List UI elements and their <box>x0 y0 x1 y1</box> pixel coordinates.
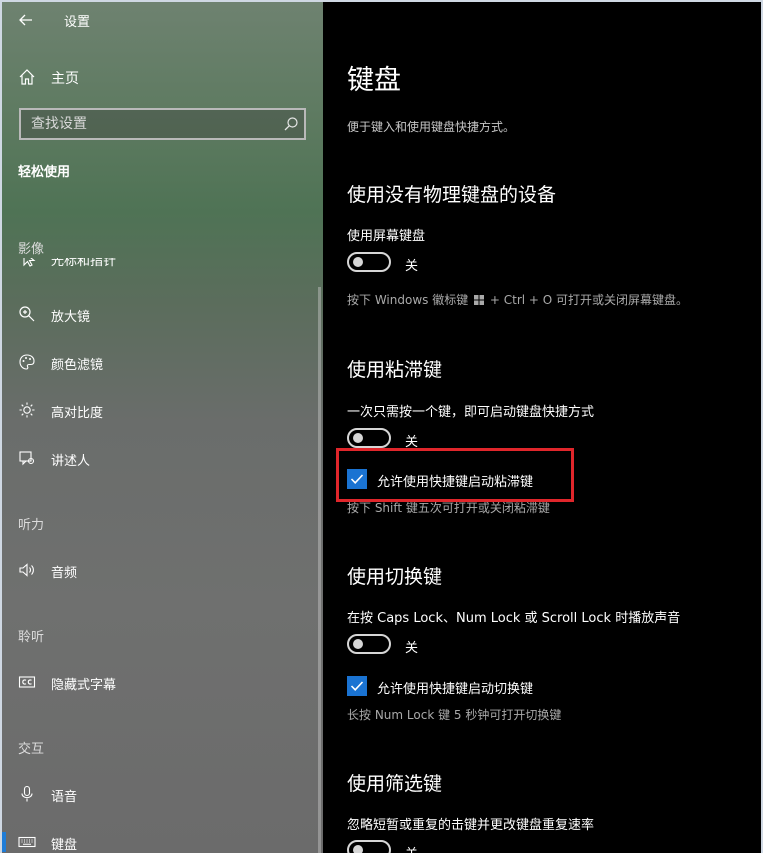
sidebar-item-label: 放大镜 <box>51 310 91 325</box>
toggle-keys-hint: 长按 Num Lock 键 5 秒钟可打开切换键 <box>347 708 562 722</box>
sidebar-item-label: 隐藏式字幕 <box>51 678 117 693</box>
nav-home[interactable]: 主页 <box>2 60 323 94</box>
search-icon[interactable] <box>283 116 299 132</box>
checkmark-icon <box>350 681 364 691</box>
sidebar-item-high-contrast[interactable]: 高对比度 <box>2 390 317 430</box>
back-arrow-icon <box>19 14 32 26</box>
sidebar-item-label: 键盘 <box>51 838 78 853</box>
page-description: 便于键入和使用键盘快捷方式。 <box>347 120 516 134</box>
section-title-filter-keys: 使用筛选键 <box>347 773 443 795</box>
sidebar-item-label: 讲述人 <box>51 454 91 469</box>
group-label-listen: 聆听 <box>18 630 45 645</box>
setting-label-filter-keys: 忽略短暂或重复的击键并更改键盘重复速率 <box>347 818 595 833</box>
toggle-knob <box>353 433 363 443</box>
keyboard-icon <box>18 836 36 848</box>
home-icon <box>19 69 35 85</box>
palette-icon <box>19 354 35 370</box>
nav-home-label: 主页 <box>51 71 79 87</box>
microphone-icon <box>21 785 33 802</box>
search-box <box>19 108 306 140</box>
sidebar-item-label: 语音 <box>51 790 78 805</box>
onscreen-keyboard-toggle[interactable] <box>347 252 391 272</box>
setting-label-onscreen-keyboard: 使用屏幕键盘 <box>347 229 426 244</box>
search-input[interactable] <box>21 110 276 138</box>
sidebar-item-closed-captions[interactable]: 隐藏式字幕 <box>2 662 317 702</box>
brightness-icon <box>19 402 35 418</box>
sidebar: 设置 主页 轻松使用 影像 光标和指针 <box>2 2 323 853</box>
back-button[interactable] <box>12 6 40 34</box>
cursor-icon <box>23 258 36 267</box>
toggle-keys-toggle-state: 关 <box>405 641 419 656</box>
toggle-keys-toggle[interactable] <box>347 634 391 654</box>
window-title: 设置 <box>64 15 91 30</box>
section-title-sticky-keys: 使用粘滞键 <box>347 359 443 381</box>
hint-text-post: + Ctrl + O 可打开或关闭屏幕键盘。 <box>489 293 689 307</box>
sidebar-item-label: 光标和指针 <box>51 258 117 269</box>
page-title: 键盘 <box>347 65 401 96</box>
hint-text-pre: 按下 Windows 徽标键 <box>347 293 469 307</box>
settings-window: 设置 主页 轻松使用 影像 光标和指针 <box>2 2 761 853</box>
toggle-keys-shortcut-checkbox[interactable] <box>347 676 367 696</box>
narrator-icon <box>19 451 35 466</box>
group-label-hearing: 听力 <box>18 518 45 533</box>
sidebar-item-audio[interactable]: 音频 <box>2 550 317 590</box>
toggle-keys-shortcut-label: 允许使用快捷键启动切换键 <box>377 682 534 697</box>
sidebar-item-narrator[interactable]: 讲述人 <box>2 438 317 478</box>
sidebar-item-magnifier[interactable]: 放大镜 <box>2 294 317 334</box>
toggle-knob <box>353 257 363 267</box>
title-bar: 设置 <box>2 2 323 38</box>
sidebar-item-color-filters[interactable]: 颜色滤镜 <box>2 342 317 382</box>
sidebar-item-keyboard[interactable]: 键盘 <box>2 822 317 853</box>
speaker-icon <box>19 563 34 577</box>
sidebar-item-label: 颜色滤镜 <box>51 358 104 373</box>
category-title: 轻松使用 <box>18 165 71 180</box>
setting-label-sticky-keys: 一次只需按一个键，即可启动键盘快捷方式 <box>347 405 595 420</box>
sidebar-scrollbar[interactable] <box>318 287 321 853</box>
windows-logo-icon <box>474 295 485 305</box>
setting-label-toggle-keys: 在按 Caps Lock、Num Lock 或 Scroll Lock 时播放声… <box>347 611 681 626</box>
sidebar-item-label: 高对比度 <box>51 406 104 421</box>
sticky-keys-toggle[interactable] <box>347 428 391 448</box>
closed-captions-icon <box>18 676 36 688</box>
section-title-onscreen-keyboard: 使用没有物理键盘的设备 <box>347 184 557 206</box>
toggle-knob <box>353 639 363 649</box>
section-title-toggle-keys: 使用切换键 <box>347 566 443 588</box>
sidebar-item-speech[interactable]: 语音 <box>2 774 317 814</box>
highlight-annotation-box <box>336 448 574 502</box>
main-content: 键盘 便于键入和使用键盘快捷方式。 使用没有物理键盘的设备 使用屏幕键盘 关 按… <box>323 2 761 853</box>
onscreen-keyboard-hint: 按下 Windows 徽标键 + Ctrl + O 可打开或关闭屏幕键盘。 <box>347 291 688 308</box>
group-label-interaction: 交互 <box>18 742 45 757</box>
group-label-vision: 影像 <box>18 242 45 257</box>
toggle-knob <box>353 845 363 853</box>
sidebar-item-cursor[interactable]: 光标和指针 <box>18 258 278 270</box>
filter-keys-toggle[interactable] <box>347 840 391 853</box>
magnifier-icon <box>19 306 35 322</box>
filter-keys-toggle-state: 关 <box>405 843 418 853</box>
onscreen-keyboard-toggle-state: 关 <box>405 259 419 274</box>
sidebar-item-label: 音频 <box>51 566 78 581</box>
